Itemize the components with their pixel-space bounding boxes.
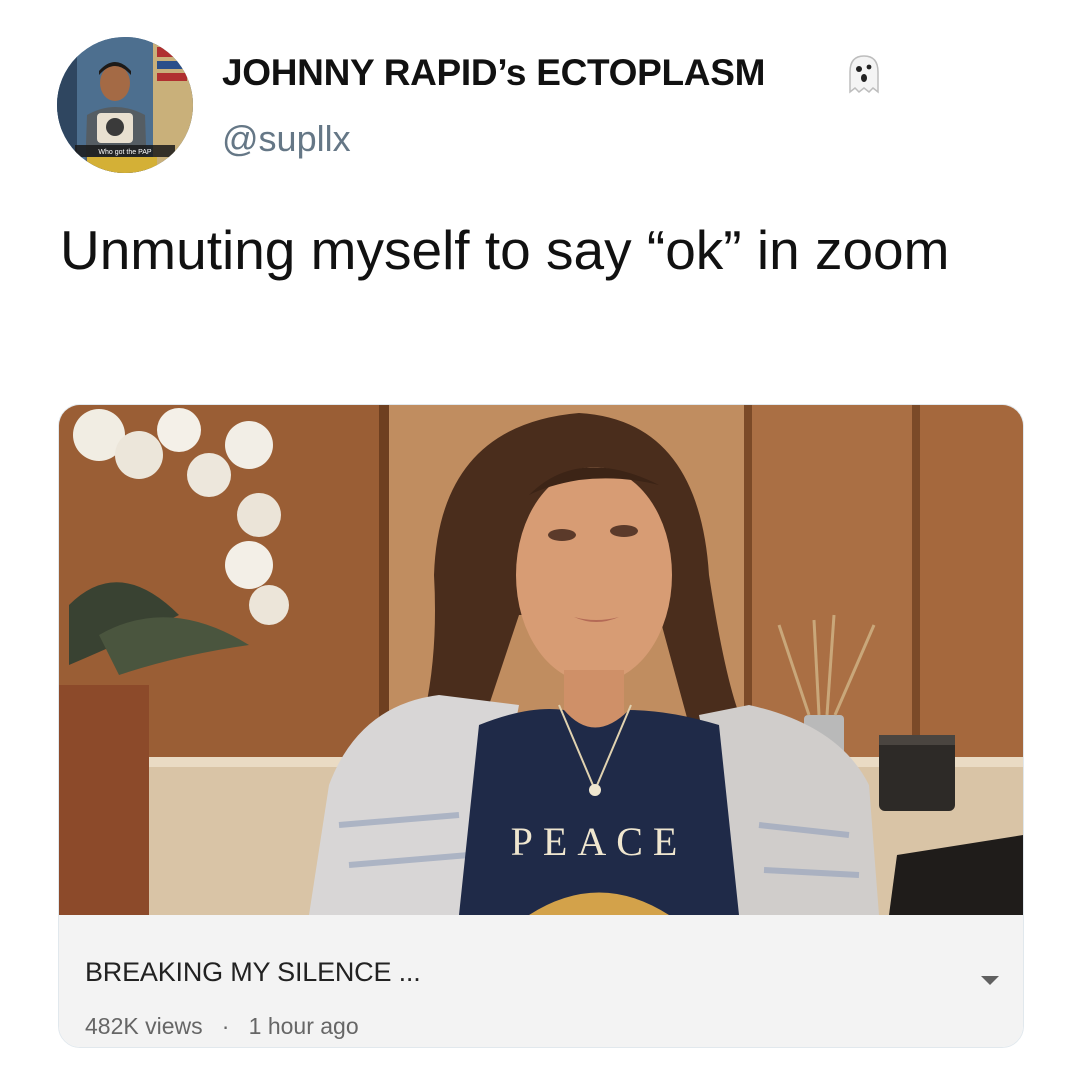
- video-thumbnail[interactable]: PEACE: [59, 405, 1023, 915]
- author-avatar[interactable]: Who got the PAP: [57, 37, 193, 173]
- video-info-bar[interactable]: BREAKING MY SILENCE ... 482K views · 1 h…: [59, 915, 1023, 1047]
- video-views: 482K views: [85, 1013, 203, 1039]
- video-meta: 482K views · 1 hour ago: [85, 1013, 359, 1040]
- author-handle[interactable]: @supllx: [222, 118, 351, 160]
- video-title[interactable]: BREAKING MY SILENCE ...: [85, 957, 421, 988]
- avatar-image: Who got the PAP: [57, 37, 193, 173]
- tweet-text: Unmuting myself to say “ok” in zoom: [60, 219, 950, 281]
- ghost-icon: [849, 55, 879, 94]
- video-age: 1 hour ago: [248, 1013, 359, 1039]
- avatar-caption: Who got the PAP: [98, 149, 152, 156]
- chevron-down-icon[interactable]: [979, 973, 1001, 987]
- video-card[interactable]: PEACE BREAKING MY SILENCE ... 482K views…: [58, 404, 1024, 1048]
- author-display-name[interactable]: JOHNNY RAPID’s ECTOPLASM: [222, 52, 765, 94]
- shirt-text: PEACE: [511, 819, 688, 864]
- meta-separator: ·: [221, 1013, 230, 1039]
